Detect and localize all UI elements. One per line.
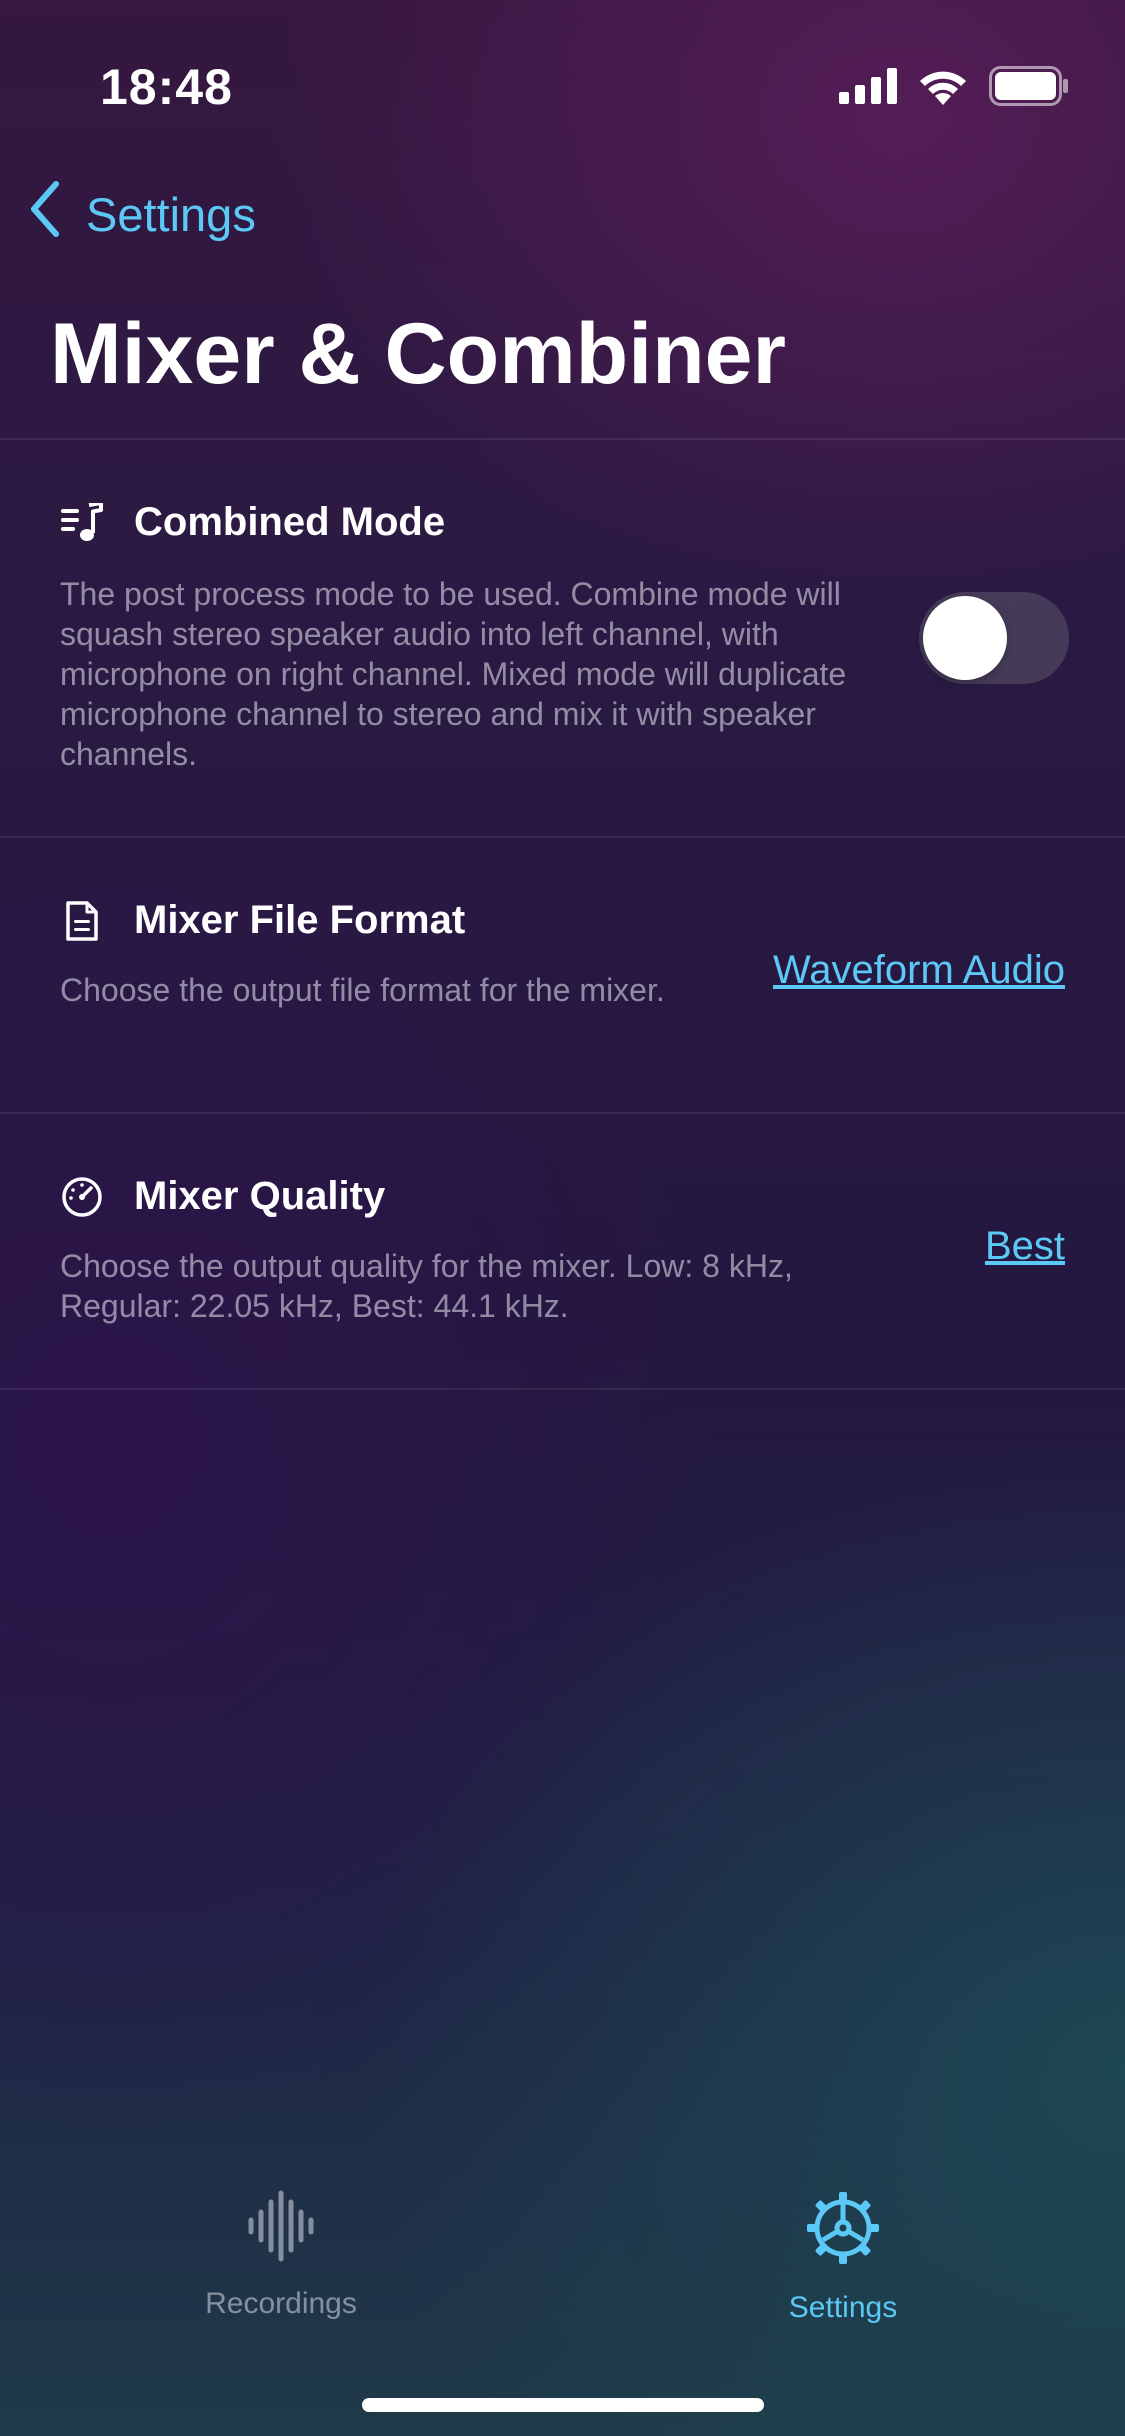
back-button[interactable]: Settings (28, 180, 256, 249)
document-icon (60, 899, 104, 943)
quality-picker[interactable]: Best (985, 1224, 1065, 1269)
back-label: Settings (86, 188, 256, 241)
row-header: Mixer File Format (60, 898, 465, 943)
setting-description: Choose the output file format for the mi… (60, 972, 665, 1008)
waveform-icon (248, 2190, 314, 2267)
combined-mode-toggle[interactable] (919, 592, 1069, 684)
music-list-icon (60, 501, 104, 545)
tab-label: Recordings (205, 2287, 357, 2320)
status-time: 18:48 (100, 59, 233, 115)
setting-title: Combined Mode (134, 500, 446, 544)
row-header: Combined Mode (60, 500, 445, 545)
tab-settings[interactable]: Settings (693, 2190, 993, 2325)
chevron-left-icon (28, 180, 86, 249)
speedometer-icon (60, 1175, 104, 1219)
setting-row-file-format: Mixer File Format Choose the output file… (0, 838, 1125, 1112)
tab-recordings[interactable]: Recordings (131, 2190, 431, 2321)
setting-row-combined-mode: Combined Mode The post process mode to b… (0, 440, 1125, 836)
row-header: Mixer Quality (60, 1174, 385, 1219)
gear-icon (805, 2190, 881, 2271)
cellular-signal-icon (839, 68, 897, 109)
settings-list: Combined Mode The post process mode to b… (0, 438, 1125, 1390)
setting-title: Mixer Quality (134, 1174, 386, 1218)
setting-description: The post process mode to be used. Combin… (60, 576, 847, 772)
page-title: Mixer & Combiner (50, 306, 786, 402)
status-bar: 18:48 (0, 0, 1125, 140)
status-icons (839, 66, 1069, 111)
battery-icon (989, 66, 1069, 111)
tab-label: Settings (788, 2291, 898, 2324)
wifi-icon (917, 67, 969, 110)
setting-row-quality: Mixer Quality Choose the output quality … (0, 1114, 1125, 1388)
toggle-knob (923, 596, 1007, 680)
setting-description: Choose the output quality for the mixer.… (60, 1248, 793, 1324)
home-indicator (362, 2398, 764, 2412)
file-format-picker[interactable]: Waveform Audio (773, 948, 1065, 993)
divider (0, 1388, 1125, 1390)
tab-bar: Recordings Settings (0, 2190, 1125, 2370)
setting-title: Mixer File Format (134, 898, 466, 942)
